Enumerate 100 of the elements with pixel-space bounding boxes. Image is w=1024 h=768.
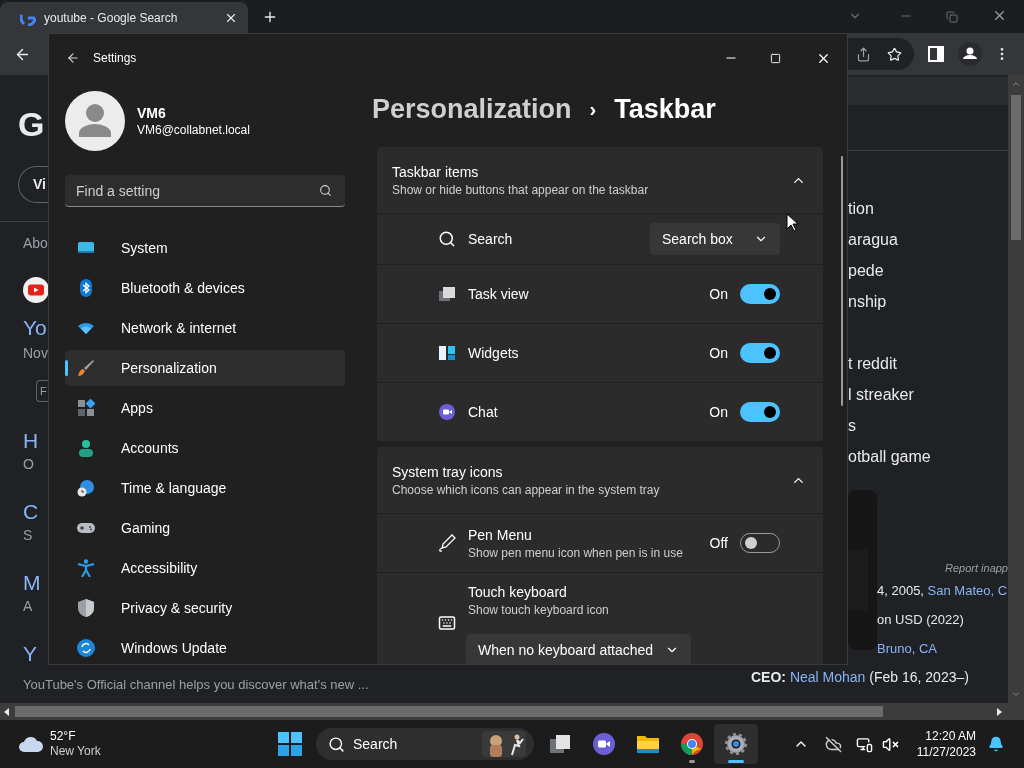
refresh-icon — [77, 639, 95, 657]
share-icon — [856, 46, 871, 62]
toggle-switch[interactable] — [740, 402, 780, 422]
setting-description: Show pen menu icon when pen is in use — [468, 544, 683, 561]
apps-icon — [77, 399, 95, 417]
result-title[interactable]: H — [23, 428, 39, 454]
section-subtitle: Show or hide buttons that appear on the taskbar — [392, 181, 650, 198]
star-icon — [887, 46, 902, 62]
nav-item[interactable]: Personalization — [65, 350, 345, 386]
browser-tab[interactable]: youtube - Google Search — [0, 2, 248, 33]
result-title[interactable]: Y — [23, 641, 37, 667]
user-name: VM6 — [137, 104, 167, 122]
taskbar-search[interactable]: Search — [316, 728, 534, 760]
start-button[interactable] — [278, 732, 302, 756]
report-link[interactable]: Report inapp — [877, 560, 1008, 576]
fact-line: 4, 2005, San Mateo, C — [877, 582, 1008, 600]
link[interactable]: Neal Mohan — [789, 669, 866, 685]
link[interactable]: Bruno, CA — [877, 641, 937, 656]
side-panel-button[interactable] — [928, 46, 944, 62]
address-bar[interactable] — [846, 38, 914, 70]
user-email: VM6@collabnet.local — [137, 122, 250, 138]
search-field[interactable]: Find a setting — [65, 175, 345, 207]
task-view-icon — [548, 732, 572, 756]
dropdown[interactable]: When no keyboard attached — [466, 634, 691, 664]
nav-item[interactable]: Privacy & security — [65, 590, 345, 626]
setting-label: Touch keyboard — [468, 583, 568, 602]
setting-label: Pen Menu — [468, 525, 533, 545]
profile-button[interactable] — [958, 42, 982, 66]
section-header[interactable]: System tray icons Choose which icons can appear in the system tray — [377, 447, 823, 513]
maximize-button[interactable] — [770, 52, 781, 64]
scroll-down-icon[interactable] — [1011, 689, 1021, 699]
close-button[interactable] — [992, 8, 1007, 23]
volume-muted-icon[interactable] — [881, 735, 899, 753]
result-title[interactable]: Yo — [23, 314, 47, 342]
result-title[interactable]: C — [23, 499, 39, 525]
result-meta: S — [23, 526, 33, 544]
section-header[interactable]: Taskbar items Show or hide buttons that appear on the taskbar — [377, 147, 823, 213]
weather-temperature: 52°F — [50, 729, 77, 744]
related-search[interactable]: s — [848, 410, 1008, 441]
person-icon — [77, 439, 95, 457]
accessibility-icon — [77, 559, 95, 577]
nav-item[interactable]: Time & language — [65, 470, 345, 506]
chat-icon — [438, 403, 456, 421]
breadcrumb-link[interactable]: Personalization — [372, 88, 572, 130]
related-search[interactable]: l streaker — [848, 379, 1008, 410]
related-search[interactable]: t reddit — [848, 348, 1008, 379]
back-button[interactable] — [66, 51, 80, 65]
restore-button[interactable] — [946, 11, 958, 23]
toggle-state: On — [709, 343, 728, 363]
new-tab-button[interactable] — [262, 9, 278, 25]
notification-bell-icon[interactable] — [988, 736, 1004, 752]
play-icon — [23, 277, 49, 303]
horizontal-scrollbar[interactable] — [0, 703, 1024, 720]
nav-item[interactable]: Accessibility — [65, 550, 345, 586]
taskbar-app[interactable] — [714, 724, 758, 764]
window-title: Settings — [93, 50, 137, 67]
cloud-off-icon[interactable] — [824, 735, 842, 753]
vertical-scrollbar[interactable] — [1008, 75, 1024, 703]
setting-description: Show touch keyboard icon — [468, 602, 609, 618]
related-search[interactable]: nship — [848, 286, 1008, 317]
result-title[interactable]: M — [23, 570, 41, 596]
search-icon — [438, 230, 456, 248]
cursor-icon — [786, 213, 798, 232]
related-search[interactable]: aragua — [848, 224, 1008, 255]
network-icon[interactable] — [855, 735, 873, 753]
scroll-up-icon[interactable] — [1011, 79, 1021, 89]
result-snippet: YouTube's Official channel helps you discover what's new ... — [23, 677, 369, 692]
result-meta: A — [23, 597, 33, 615]
gear-icon — [724, 732, 748, 756]
scroll-thumb[interactable] — [15, 706, 883, 717]
scroll-thumb[interactable] — [1011, 95, 1021, 240]
related-search[interactable]: tion — [848, 193, 1008, 224]
toggle-state: On — [709, 284, 728, 304]
section-title: System tray icons — [392, 462, 504, 482]
weather-location: New York — [50, 744, 101, 759]
dropdown[interactable]: Search box — [650, 223, 780, 255]
search-icon — [328, 735, 345, 753]
clock[interactable]: 12:20 AM 11/27/2023 — [916, 728, 976, 760]
nav-item[interactable]: Windows Update — [65, 630, 345, 664]
toggle-state: Off — [709, 533, 728, 553]
chrome-icon — [680, 732, 704, 756]
related-search[interactable]: pede — [848, 255, 1008, 286]
nav-item[interactable]: System — [65, 230, 345, 266]
related-search[interactable]: otball game — [848, 441, 1008, 472]
link[interactable]: San Mateo, C — [927, 583, 1008, 598]
nav-item[interactable]: Apps — [65, 390, 345, 426]
paintbrush-icon — [77, 359, 95, 377]
scrollbar[interactable] — [841, 156, 843, 406]
task-view-icon — [438, 285, 456, 303]
search-icon — [319, 184, 332, 197]
result-meta: Nov — [23, 344, 48, 362]
section-title: Taskbar items — [392, 162, 480, 182]
setting-label: Task view — [468, 284, 529, 304]
toggle-switch[interactable] — [740, 284, 780, 304]
nav-item[interactable]: Network & internet — [65, 310, 345, 346]
nav-item[interactable]: Accounts — [65, 430, 345, 466]
nav-item[interactable]: Gaming — [65, 510, 345, 546]
nav-item[interactable]: Bluetooth & devices — [65, 270, 345, 306]
avatar — [65, 91, 125, 151]
toggle-switch[interactable] — [740, 343, 780, 363]
